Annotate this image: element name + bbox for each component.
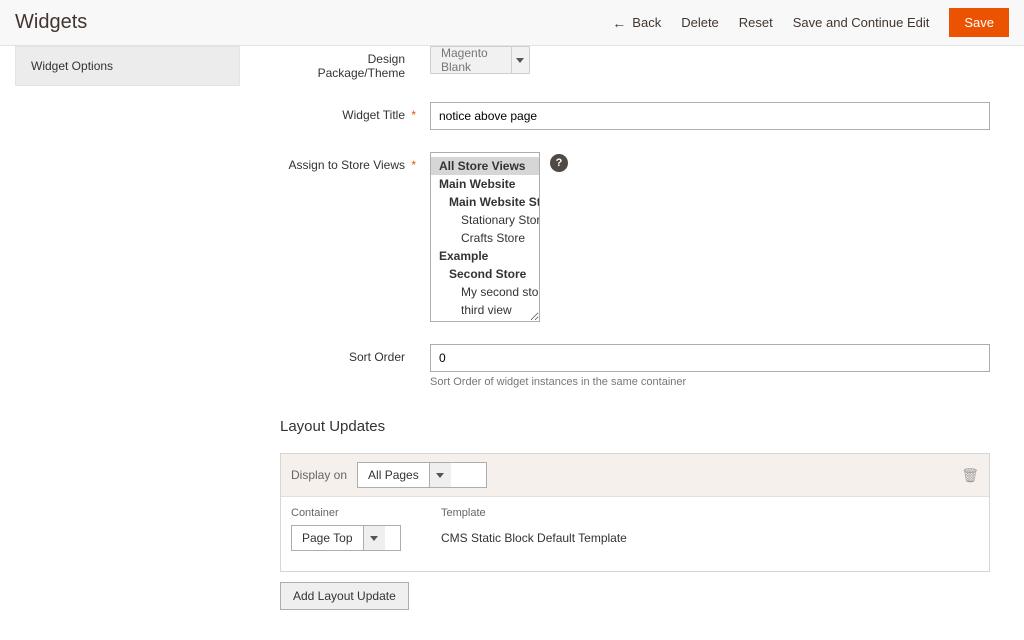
store-views-multiselect[interactable]: All Store ViewsMain WebsiteMain Website … bbox=[430, 152, 540, 322]
delete-button[interactable]: Delete bbox=[681, 15, 719, 30]
container-label: Container bbox=[291, 507, 401, 519]
back-button[interactable]: ← Back bbox=[612, 15, 661, 30]
save-continue-button[interactable]: Save and Continue Edit bbox=[793, 15, 930, 30]
trash-icon[interactable]: 🗑 bbox=[961, 467, 979, 484]
store-view-option[interactable]: My second store bbox=[431, 283, 539, 301]
widget-title-label: Widget Title bbox=[280, 102, 430, 122]
sort-order-input[interactable] bbox=[430, 344, 990, 372]
add-layout-update-button[interactable]: Add Layout Update bbox=[280, 582, 409, 610]
display-on-label: Display on bbox=[291, 468, 347, 482]
sidebar-tab-widget-options[interactable]: Widget Options bbox=[15, 46, 240, 86]
store-view-option[interactable]: Crafts Store bbox=[431, 229, 539, 247]
content: Design Package/Theme Magento Blank Widge… bbox=[250, 46, 1010, 610]
widget-title-input[interactable] bbox=[430, 102, 990, 130]
display-on-value: All Pages bbox=[358, 468, 429, 482]
store-view-option[interactable]: Main Website bbox=[431, 175, 539, 193]
design-theme-select: Magento Blank bbox=[430, 46, 530, 74]
store-view-option[interactable]: Stationary Store bbox=[431, 211, 539, 229]
caret-down-icon bbox=[363, 526, 385, 550]
template-value: CMS Static Block Default Template bbox=[441, 525, 627, 545]
store-view-option[interactable]: third view bbox=[431, 301, 539, 319]
arrow-left-icon: ← bbox=[612, 16, 626, 30]
store-view-option[interactable]: Second Store bbox=[431, 265, 539, 283]
back-label: Back bbox=[632, 15, 661, 30]
caret-down-icon bbox=[511, 47, 529, 73]
save-button[interactable]: Save bbox=[949, 8, 1009, 37]
sort-order-label: Sort Order bbox=[280, 344, 430, 364]
store-views-label: Assign to Store Views bbox=[280, 152, 430, 172]
sidebar: Widget Options bbox=[0, 46, 250, 610]
layout-updates-box: Display on All Pages 🗑 Container Page To… bbox=[280, 453, 990, 572]
reset-button[interactable]: Reset bbox=[739, 15, 773, 30]
help-icon[interactable]: ? bbox=[550, 154, 568, 172]
layout-update-row-header: Display on All Pages 🗑 bbox=[281, 454, 989, 497]
template-label: Template bbox=[441, 507, 627, 519]
store-view-option[interactable]: All Store Views bbox=[431, 157, 539, 175]
container-value: Page Top bbox=[292, 531, 363, 545]
page-title: Widgets bbox=[15, 11, 87, 34]
store-view-option[interactable]: Example bbox=[431, 247, 539, 265]
design-theme-value: Magento Blank bbox=[431, 46, 511, 74]
store-view-option[interactable]: Main Website Store bbox=[431, 193, 539, 211]
page-actions: ← Back Delete Reset Save and Continue Ed… bbox=[612, 8, 1009, 37]
layout-updates-title: Layout Updates bbox=[280, 418, 990, 443]
display-on-select[interactable]: All Pages bbox=[357, 462, 487, 488]
layout-update-row-body: Container Page Top Template CMS Static B… bbox=[281, 497, 989, 571]
caret-down-icon bbox=[429, 463, 451, 487]
design-theme-label: Design Package/Theme bbox=[280, 46, 430, 80]
sort-order-hint: Sort Order of widget instances in the sa… bbox=[430, 376, 990, 388]
container-select[interactable]: Page Top bbox=[291, 525, 401, 551]
